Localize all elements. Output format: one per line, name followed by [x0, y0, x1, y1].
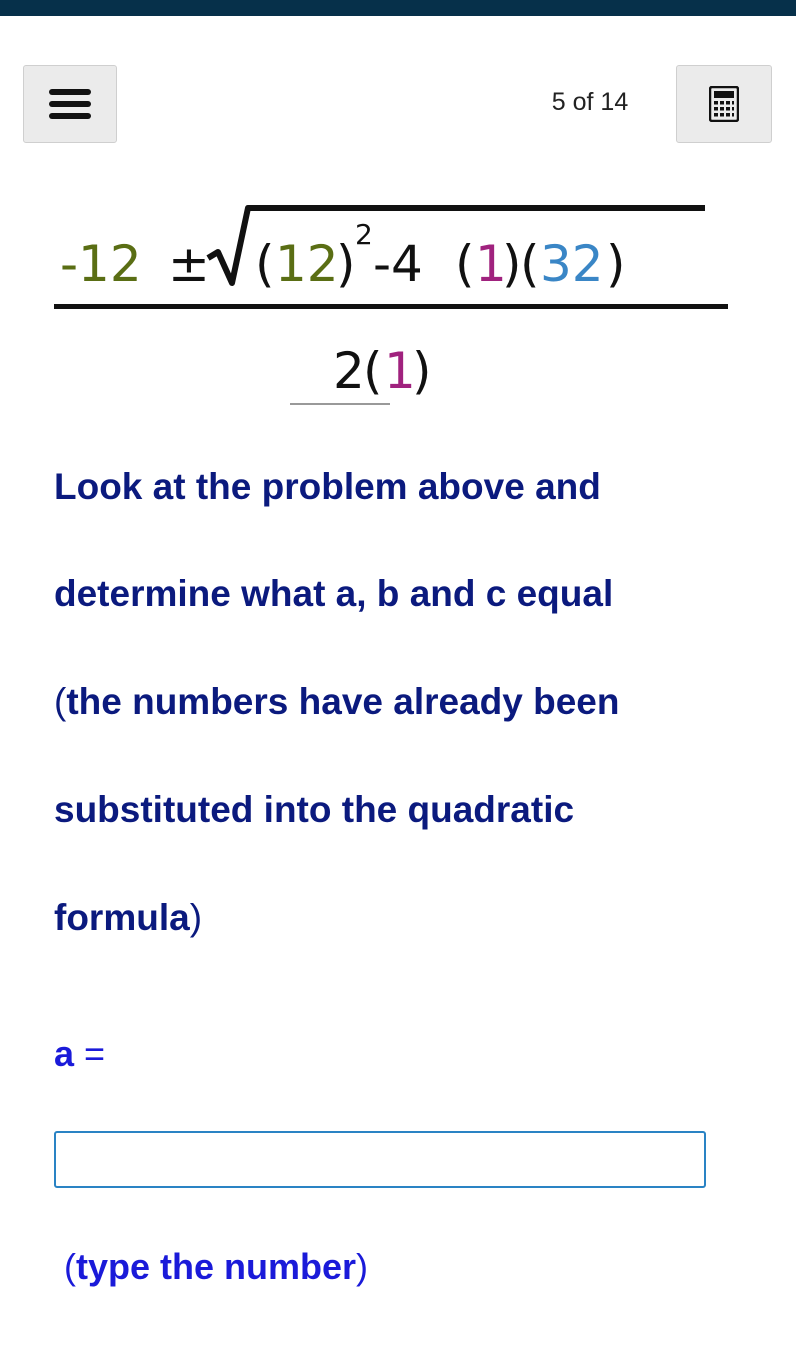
quadratic-formula-image: -12 ± ( 12 ) 2 -4 ( 1 ) ( 32 ) 2 ( 1 ): [54, 205, 728, 405]
answer-variable: a: [54, 1033, 75, 1074]
underline-mark: [290, 403, 390, 405]
hint-paren-open: (: [64, 1246, 76, 1287]
question-line-5: formula): [54, 897, 202, 939]
answer-hint: (type the number): [64, 1246, 368, 1288]
question-paren-close: ): [189, 897, 203, 938]
question-line-3-text: the numbers have already been: [66, 681, 620, 722]
answer-equals: =: [84, 1033, 106, 1074]
hint-paren-close: ): [356, 1246, 369, 1287]
formula-close-paren-b: ): [336, 235, 356, 293]
formula-b: 12: [275, 235, 339, 293]
formula-minus-four: -4: [373, 235, 423, 293]
question-paren-open: (: [54, 681, 67, 722]
formula-close-paren-a: ): [502, 235, 522, 293]
question-line-5-text: formula: [54, 897, 190, 938]
answer-input[interactable]: [54, 1131, 706, 1188]
top-bar: [0, 0, 796, 16]
hint-text: type the number: [76, 1246, 357, 1287]
hamburger-menu-icon: [49, 89, 91, 119]
calculator-icon: [709, 86, 739, 122]
formula-close-paren-c: ): [606, 235, 626, 293]
formula-open-paren-b: (: [255, 235, 275, 293]
menu-button[interactable]: [23, 65, 117, 143]
formula-plus-minus: ±: [168, 235, 210, 293]
question-line-4: substituted into the quadratic: [54, 789, 575, 830]
formula-minus-b: -12: [60, 235, 142, 293]
question-line-2: determine what a, b and c equal: [54, 573, 614, 614]
formula-open-paren-den: (: [363, 342, 383, 400]
question-line-1: Look at the problem above and: [54, 466, 601, 507]
formula-c: 32: [540, 235, 604, 293]
answer-label: a =: [54, 1033, 105, 1075]
question-counter: 5 of 14: [551, 88, 629, 116]
formula-close-paren-den: ): [412, 342, 432, 400]
formula-open-paren-c: (: [520, 235, 540, 293]
question-line-3: (the numbers have already been: [54, 681, 620, 723]
formula-denominator-two: 2: [333, 342, 365, 400]
formula-exponent: 2: [355, 218, 373, 251]
formula-open-paren-a: (: [455, 235, 475, 293]
calculator-button[interactable]: [676, 65, 772, 143]
fraction-bar: [54, 304, 728, 309]
